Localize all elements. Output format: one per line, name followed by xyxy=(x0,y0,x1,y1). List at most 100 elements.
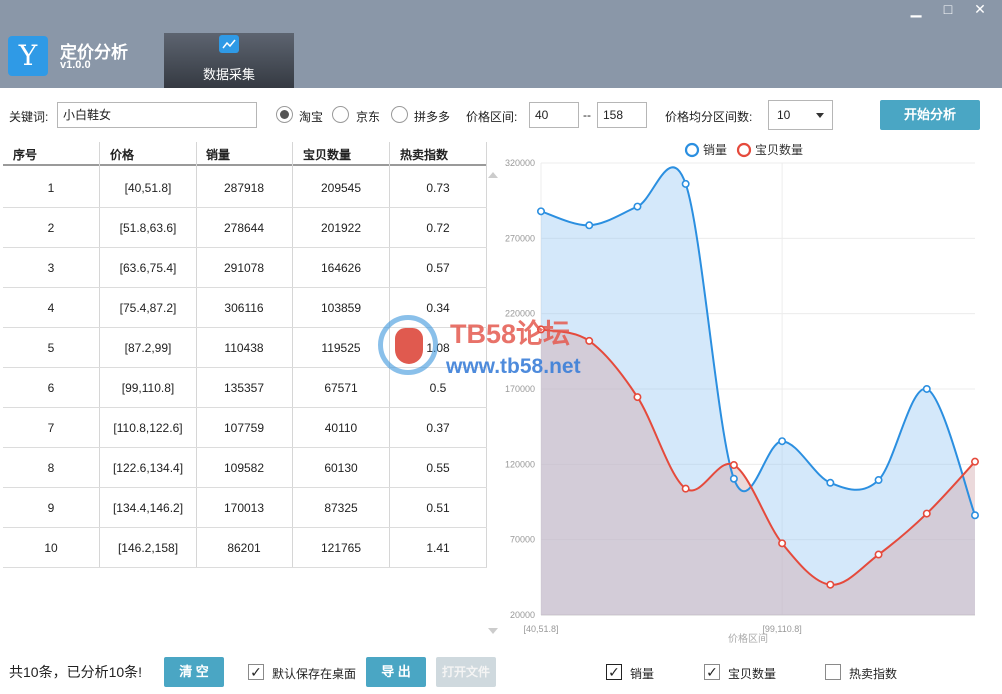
table-cell: 121765 xyxy=(320,541,362,555)
clear-button[interactable]: 清 空 xyxy=(164,657,224,687)
header-hot-index: 热卖指数 xyxy=(400,148,449,162)
legend-marker xyxy=(684,142,700,158)
table-cell: 5 xyxy=(47,341,55,355)
tab-data-collection[interactable]: 数据采集 xyxy=(164,33,294,88)
table-cell: 8 xyxy=(47,461,55,475)
x-tick-label: [40,51.8] xyxy=(523,624,558,634)
table-cell: 3 xyxy=(47,261,55,275)
y-tick-label: 120000 xyxy=(505,459,535,469)
export-button[interactable]: 导 出 xyxy=(366,657,426,687)
table-cell: 67571 xyxy=(324,381,358,395)
watermark-logo-icon xyxy=(378,315,438,375)
table-cell: 170013 xyxy=(223,501,265,515)
data-point xyxy=(585,336,594,345)
scroll-up-icon xyxy=(488,172,498,178)
data-point xyxy=(970,511,979,520)
y-tick-label: 20000 xyxy=(510,610,535,620)
price-min-input[interactable]: 40 xyxy=(529,102,579,128)
radio-taobao-label: 淘宝 xyxy=(299,110,324,124)
table-row[interactable]: 3 [63.6,75.4] 291078 164626 0.57 xyxy=(3,248,487,288)
legend-label: 宝贝数量 xyxy=(755,142,803,157)
intervals-select[interactable]: 10 xyxy=(768,100,833,130)
keyword-input[interactable]: 小白鞋女 xyxy=(57,102,257,128)
open-file-button[interactable]: 打开文件 xyxy=(436,657,496,687)
table-cell: 103859 xyxy=(320,301,362,315)
table-cell: 6 xyxy=(47,381,55,395)
table-cell: 201922 xyxy=(320,221,362,235)
table-cell: 164626 xyxy=(320,261,362,275)
table-cell: 0.55 xyxy=(426,461,450,475)
keyword-label: 关键词: xyxy=(9,110,49,124)
maximize-button[interactable]: □ xyxy=(934,0,962,20)
data-point xyxy=(585,221,594,230)
table-cell: 0.73 xyxy=(426,181,450,195)
table-cell: 110438 xyxy=(224,341,264,355)
table-row[interactable]: 2 [51.8,63.6] 278644 201922 0.72 xyxy=(3,208,487,248)
table-cell: 40110 xyxy=(324,421,358,435)
data-point xyxy=(826,580,835,589)
data-point xyxy=(633,393,642,402)
table-row[interactable]: 9 [134.4,146.2] 170013 87325 0.51 xyxy=(3,488,487,528)
x-axis-label: 价格区间 xyxy=(728,632,768,645)
table-cell: [134.4,146.2] xyxy=(112,501,184,515)
app-version: v1.0.0 xyxy=(60,59,91,71)
summary-text: 共10条，已分析10条! xyxy=(9,664,143,680)
data-point xyxy=(778,539,787,548)
table-cell: 109582 xyxy=(223,461,265,475)
chart-icon xyxy=(219,35,239,53)
table-cell: 1 xyxy=(47,181,55,195)
legend-label: 销量 xyxy=(703,143,727,157)
close-button[interactable]: ✕ xyxy=(966,0,994,20)
table-cell: [122.6,134.4] xyxy=(112,461,184,475)
table-cell: 87325 xyxy=(324,501,358,515)
table-cell: [51.8,63.6] xyxy=(119,221,177,235)
table-row[interactable]: 8 [122.6,134.4] 109582 60130 0.55 xyxy=(3,448,487,488)
data-point xyxy=(826,478,835,487)
table-cell: 291078 xyxy=(223,261,265,275)
tab-label: 数据采集 xyxy=(202,67,255,82)
table-row[interactable]: 1 [40,51.8] 287918 209545 0.73 xyxy=(3,168,487,208)
data-point xyxy=(922,384,931,393)
y-tick-label: 170000 xyxy=(505,384,535,394)
price-range-label: 价格区间: xyxy=(466,110,518,124)
data-point xyxy=(633,202,642,211)
radio-pinduoduo[interactable] xyxy=(391,106,408,123)
toggle-item-count-label: 宝贝数量 xyxy=(728,667,777,681)
table-row[interactable]: 10 [146.2,158] 86201 121765 1.41 xyxy=(3,528,487,568)
toggle-sales-checkbox[interactable]: ✓ xyxy=(606,664,622,680)
price-range-dash: -- xyxy=(583,108,591,122)
table-header: 序号 价格 销量 宝贝数量 热卖指数 xyxy=(3,142,487,166)
minimize-button[interactable]: ▁ xyxy=(902,0,930,20)
start-analysis-button[interactable]: 开始分析 xyxy=(880,100,980,130)
table-cell: [110.8,122.6] xyxy=(113,421,183,435)
x-tick-label: [99,110.8] xyxy=(762,624,801,634)
yen-logo-icon: Y xyxy=(8,36,48,76)
toggle-item-count-checkbox[interactable]: ✓ xyxy=(704,664,720,680)
y-tick-label: 270000 xyxy=(505,233,535,243)
table-cell: [99,110.8] xyxy=(121,381,175,395)
table-cell: 0.51 xyxy=(426,501,450,515)
price-max-input[interactable]: 158 xyxy=(597,102,647,128)
data-point xyxy=(536,207,545,216)
data-point xyxy=(778,437,787,446)
header-index: 序号 xyxy=(13,148,38,162)
save-desktop-checkbox[interactable]: ✓ xyxy=(248,664,264,680)
intervals-label: 价格均分区间数: xyxy=(665,110,753,124)
table-row[interactable]: 7 [110.8,122.6] 107759 40110 0.37 xyxy=(3,408,487,448)
table-cell: 0.5 xyxy=(429,381,447,395)
watermark-url: www.tb58.net xyxy=(446,355,581,378)
data-point xyxy=(729,474,738,483)
toggle-hot-index-checkbox[interactable] xyxy=(825,664,841,680)
table-cell: 1.41 xyxy=(426,541,450,555)
y-tick-label: 70000 xyxy=(510,535,535,545)
radio-jd[interactable] xyxy=(332,106,349,123)
scroll-down-icon xyxy=(488,628,498,634)
table-cell: 0.57 xyxy=(426,261,450,275)
table-cell: 209545 xyxy=(320,181,362,195)
data-point xyxy=(681,484,690,493)
data-point xyxy=(729,461,738,470)
legend-marker xyxy=(736,142,752,158)
radio-taobao[interactable] xyxy=(276,106,293,123)
watermark-title: TB58论坛 xyxy=(450,319,571,349)
table-cell: [63.6,75.4] xyxy=(119,261,177,275)
